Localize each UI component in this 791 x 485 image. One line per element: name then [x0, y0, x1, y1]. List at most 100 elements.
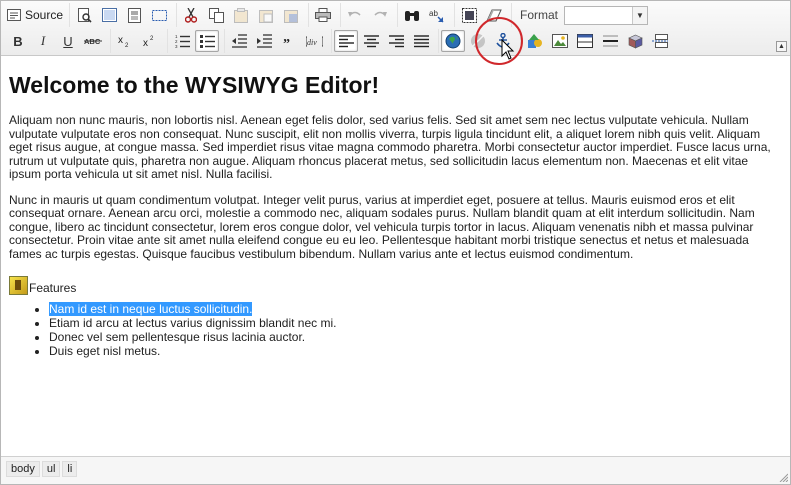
scissors-icon — [185, 7, 197, 23]
indent-icon — [256, 34, 272, 48]
page-break-button[interactable] — [648, 30, 672, 52]
svg-text:2: 2 — [125, 43, 129, 47]
horizontal-rule-button[interactable] — [598, 30, 622, 52]
list-item[interactable]: Nam id est in neque luctus sollicitudin. — [49, 302, 782, 316]
svg-text:x: x — [143, 38, 148, 47]
italic-button[interactable]: I — [31, 30, 55, 52]
replace-icon: ab — [429, 9, 444, 23]
paste-text-button[interactable] — [254, 4, 278, 26]
bold-icon: B — [13, 33, 23, 49]
superscript-icon: x2 — [143, 36, 154, 47]
source-button[interactable]: Source — [6, 4, 64, 26]
path-item-ul[interactable]: ul — [41, 461, 61, 477]
collapse-toolbar-button[interactable]: ▲ — [776, 41, 787, 52]
preview-button[interactable] — [72, 4, 96, 26]
copy-button[interactable] — [204, 4, 228, 26]
indent-button[interactable] — [252, 30, 276, 52]
group-justify — [331, 29, 436, 53]
paste-word-button[interactable] — [279, 4, 303, 26]
group-print — [308, 3, 338, 27]
create-div-button[interactable]: div — [302, 30, 326, 52]
features-image[interactable] — [9, 276, 28, 295]
preview-icon — [77, 7, 92, 23]
blockquote-icon: ” — [283, 37, 290, 46]
group-document: Source — [4, 3, 67, 27]
templates-icon — [127, 7, 141, 23]
content-paragraph-1: Aliquam non nunc mauris, non lobortis ni… — [9, 113, 771, 181]
group-clipboard — [176, 3, 306, 27]
svg-text:2: 2 — [150, 36, 154, 42]
list-item[interactable]: Donec vel sem pellentesque risus lacinia… — [49, 330, 782, 344]
cube-icon — [627, 34, 643, 48]
toolbar-row-1: Source ab Format ▼ — [4, 3, 652, 27]
find-button[interactable] — [400, 4, 424, 26]
paste-icon — [234, 7, 248, 23]
list-item[interactable]: Duis eget nisl metus. — [49, 344, 782, 358]
svg-text:3: 3 — [175, 44, 178, 48]
italic-icon: I — [40, 33, 46, 48]
content-paragraph-2: Nunc in mauris ut quam condimentum volut… — [9, 192, 755, 261]
select-all-button[interactable] — [457, 4, 481, 26]
svg-text:ab: ab — [429, 9, 438, 18]
align-left-button[interactable] — [334, 30, 358, 52]
justify-button[interactable] — [409, 30, 433, 52]
content-heading: Welcome to the WYSIWYG Editor! — [9, 72, 380, 98]
outdent-button[interactable] — [227, 30, 251, 52]
blockquote-button[interactable]: ” — [277, 30, 301, 52]
svg-text:x: x — [118, 35, 123, 46]
paste-text-icon — [259, 9, 273, 23]
link-button[interactable] — [441, 30, 465, 52]
maximize-icon — [101, 8, 117, 22]
outdent-icon — [231, 34, 247, 48]
show-blocks-button[interactable] — [147, 4, 171, 26]
editor-content[interactable]: Welcome to the WYSIWYG Editor! Aliquam n… — [1, 56, 790, 456]
globe-link-icon — [445, 33, 461, 49]
format-label: Format — [520, 8, 559, 22]
mouse-cursor-icon — [501, 39, 515, 60]
path-item-body[interactable]: body — [6, 461, 40, 477]
printer-icon — [315, 8, 331, 22]
path-item-li[interactable]: li — [62, 461, 78, 477]
strike-button[interactable]: ABC — [81, 30, 105, 52]
bold-button[interactable]: B — [6, 30, 30, 52]
select-all-icon — [461, 7, 477, 23]
resize-grip-icon[interactable] — [778, 472, 788, 482]
status-bar: body ul li — [1, 456, 790, 484]
undo-icon — [348, 11, 361, 17]
templates-button[interactable] — [122, 4, 146, 26]
toolbar-row-2: B I U ABC x2 x2 123 ” div — [4, 29, 677, 53]
print-button[interactable] — [311, 4, 335, 26]
underline-button[interactable]: U — [56, 30, 80, 52]
binoculars-icon — [405, 10, 419, 21]
copy-icon — [208, 7, 224, 23]
image-button[interactable] — [548, 30, 572, 52]
table-button[interactable] — [573, 30, 597, 52]
replace-button[interactable]: ab — [425, 4, 449, 26]
superscript-button[interactable]: x2 — [138, 30, 162, 52]
shapes-icon — [528, 33, 542, 48]
special-char-button[interactable] — [623, 30, 647, 52]
cut-button[interactable] — [179, 4, 203, 26]
redo-button[interactable] — [368, 4, 392, 26]
group-lists: 123 — [167, 29, 222, 53]
subscript-button[interactable]: x2 — [113, 30, 137, 52]
flash-button[interactable] — [523, 30, 547, 52]
numbered-list-icon: 123 — [175, 34, 190, 48]
editor-toolbar: Source ab Format ▼ B I U ABC x 2 x 2 1 2… — [1, 1, 790, 56]
maximize-button[interactable] — [97, 4, 121, 26]
undo-button[interactable] — [343, 4, 367, 26]
bulleted-list-button[interactable] — [195, 30, 219, 52]
element-path: body ul li — [6, 461, 78, 477]
group-undo — [340, 3, 395, 27]
selected-text: Nam id est in neque luctus sollicitudin. — [49, 302, 253, 316]
svg-text:div: div — [307, 38, 317, 47]
align-right-button[interactable] — [384, 30, 408, 52]
align-center-button[interactable] — [359, 30, 383, 52]
chevron-down-icon[interactable]: ▼ — [632, 6, 648, 24]
format-select[interactable]: ▼ — [564, 5, 649, 25]
numbered-list-button[interactable]: 123 — [170, 30, 194, 52]
paste-button[interactable] — [229, 4, 253, 26]
list-item[interactable]: Etiam id arcu at lectus varius dignissim… — [49, 316, 782, 330]
strikethrough-icon: ABC — [84, 37, 102, 46]
group-find: ab — [397, 3, 452, 27]
